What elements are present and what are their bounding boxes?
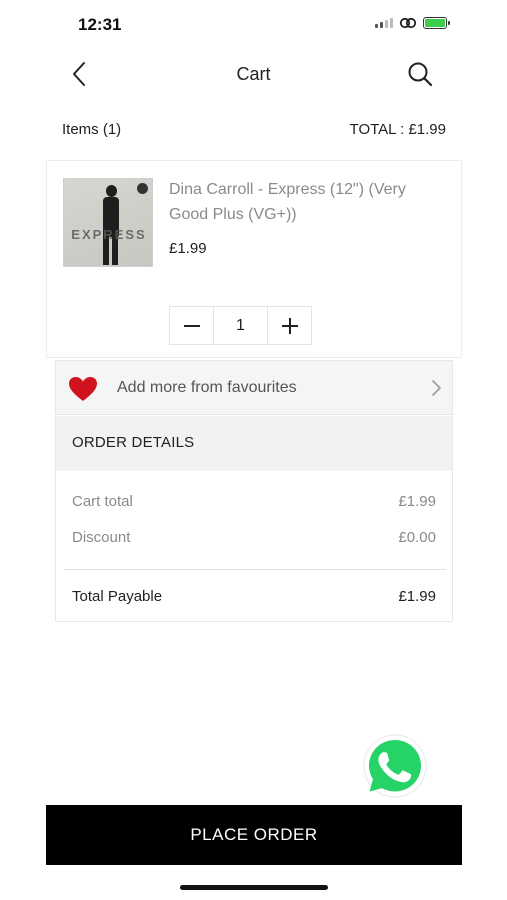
cart-total-label: Cart total [72,493,133,510]
cart-total-summary: TOTAL : £1.99 [349,121,446,138]
minus-icon [183,324,200,327]
decrease-quantity-button[interactable] [170,307,214,344]
favourites-label: Add more from favourites [117,379,297,396]
cart-summary: Items (1) TOTAL : £1.99 [62,121,446,143]
search-icon [408,62,433,87]
add-from-favourites-row[interactable]: Add more from favourites [55,360,453,415]
app-header: Cart [0,52,507,96]
quantity-stepper: 1 [169,306,312,345]
home-indicator [180,885,328,890]
thumbnail-badge [137,183,148,194]
cart-item-card: EXPRESS Dina Carroll - Express (12") (Ve… [46,160,462,358]
status-time: 12:31 [78,15,122,34]
total-payable-label: Total Payable [72,588,163,605]
whatsapp-icon [363,734,427,798]
status-icons [375,17,450,29]
product-title[interactable]: Dina Carroll - Express (12") (Very Good … [169,177,441,227]
order-divider [64,569,446,570]
order-details-body: Cart total £1.99 Discount £0.00 Total Pa… [55,471,453,622]
product-thumbnail[interactable]: EXPRESS [63,178,153,267]
place-order-button[interactable]: PLACE ORDER [46,805,462,865]
product-price: £1.99 [169,240,207,257]
quantity-value[interactable]: 1 [214,307,267,344]
chevron-right-icon [432,380,441,396]
status-bar: 12:31 [0,0,507,48]
total-payable-value: £1.99 [398,588,436,605]
cart-total-value: £1.99 [398,493,436,510]
plus-icon [281,317,298,334]
link-icon [399,17,417,29]
order-details-header: ORDER DETAILS [55,416,453,471]
battery-icon [423,17,450,29]
thumbnail-text: EXPRESS [71,227,147,242]
discount-label: Discount [72,529,131,546]
items-count: Items (1) [62,121,122,138]
order-details-heading: ORDER DETAILS [72,434,195,451]
search-button[interactable] [404,58,436,90]
heart-icon [69,377,97,401]
whatsapp-button[interactable] [362,733,428,799]
signal-icon [375,18,393,28]
discount-value: £0.00 [398,529,436,546]
increase-quantity-button[interactable] [267,307,311,344]
thumbnail-figure [100,185,122,265]
